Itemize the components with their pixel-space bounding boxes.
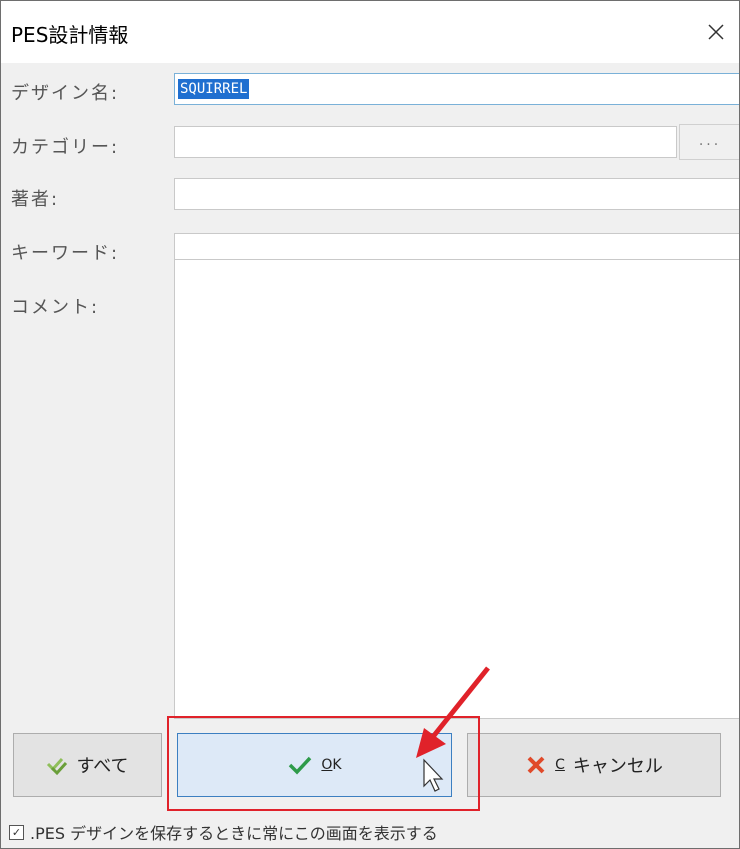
mouse-cursor-icon [423,758,444,792]
